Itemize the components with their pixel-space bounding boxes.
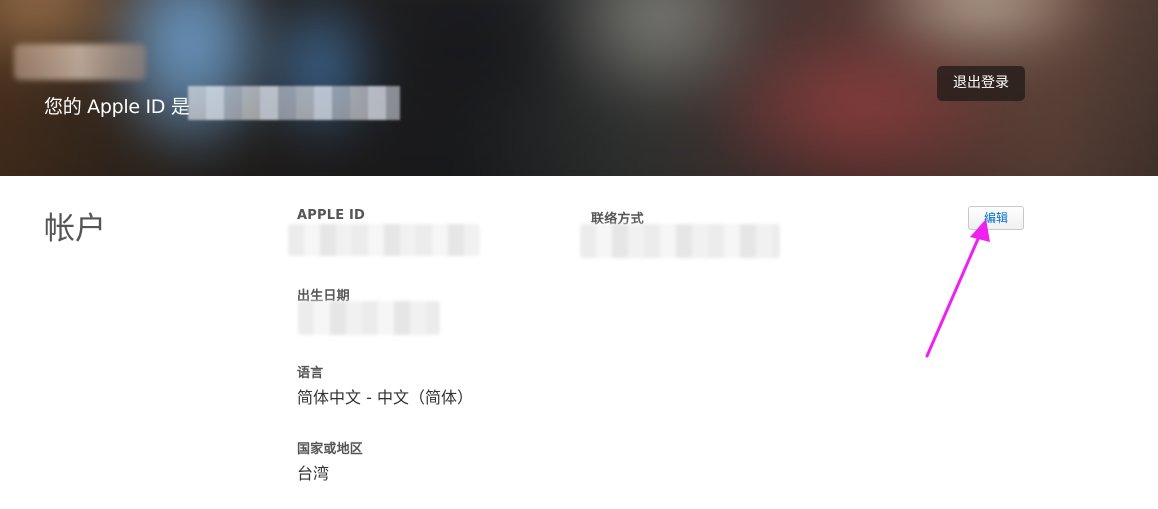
- redacted-apple-id: [188, 86, 400, 120]
- edit-account-button[interactable]: 编辑: [968, 206, 1024, 230]
- sign-out-button[interactable]: 退出登录: [937, 66, 1025, 101]
- account-section-title: 帐户: [44, 211, 106, 247]
- region-value: 台湾: [297, 464, 330, 483]
- apple-id-label: APPLE ID: [297, 208, 366, 223]
- redacted-user-name: [14, 44, 146, 80]
- language-value: 简体中文 - 中文（简体）: [297, 388, 473, 407]
- hero-header: 您的 Apple ID 是 退出登录: [0, 0, 1158, 176]
- redacted-contact-value: [580, 224, 780, 258]
- region-label: 国家或地区: [297, 442, 364, 457]
- apple-id-account-page: 您的 Apple ID 是 退出登录 帐户 APPLE ID 联络方式 出生日期…: [0, 0, 1158, 509]
- redacted-apple-id-value: [288, 224, 480, 256]
- language-label: 语言: [297, 366, 324, 381]
- apple-id-heading: 您的 Apple ID 是: [44, 96, 190, 118]
- redacted-birthday-value: [298, 301, 440, 335]
